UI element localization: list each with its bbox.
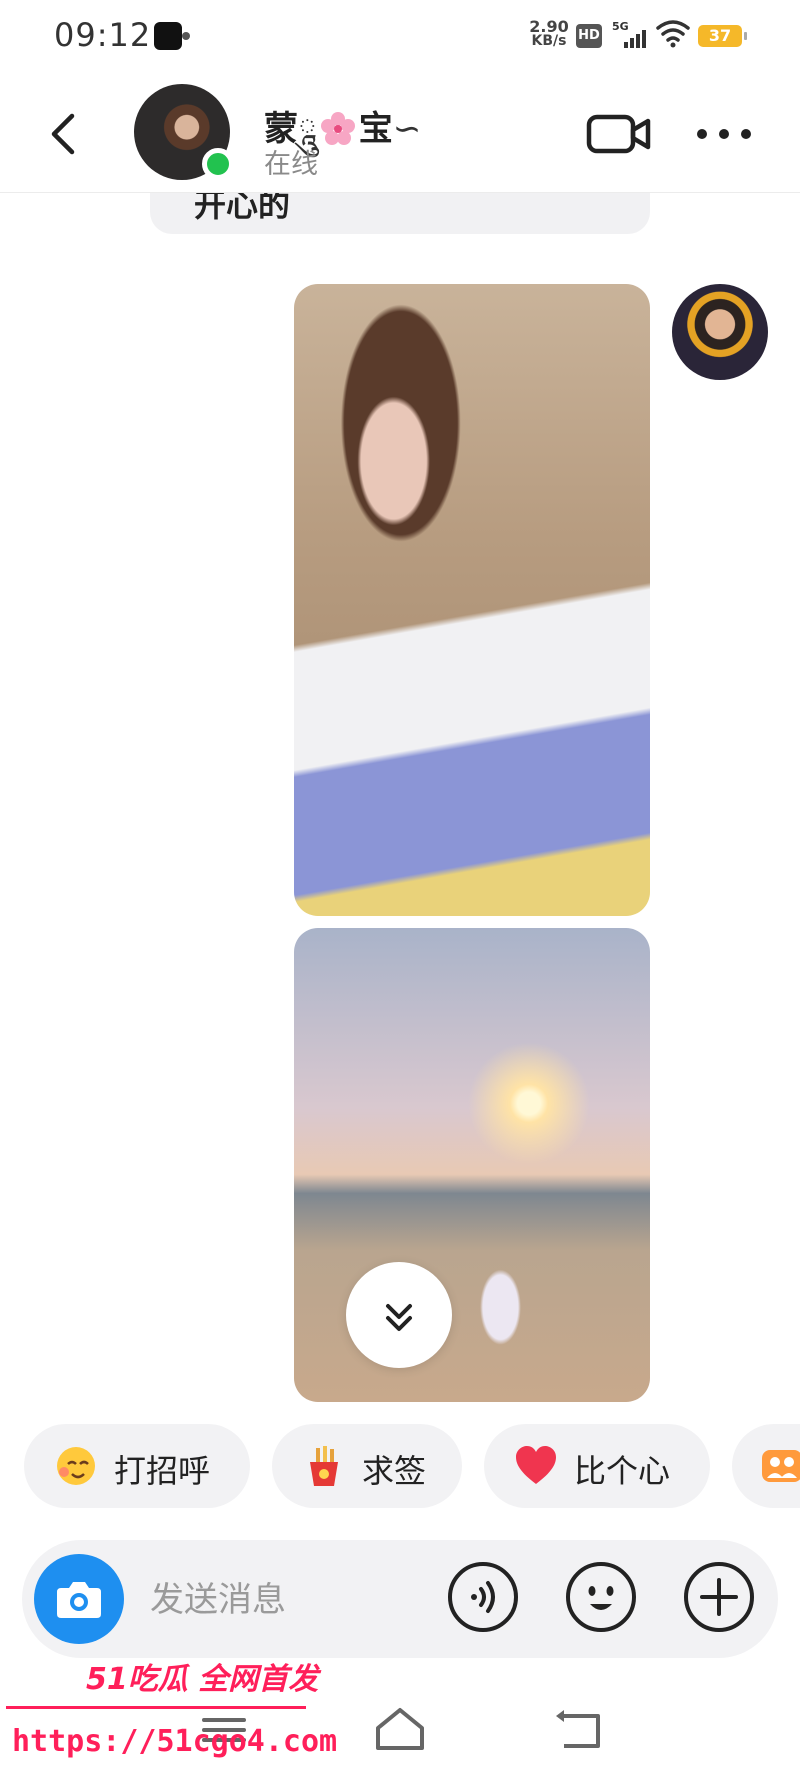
fortune-sticks-icon	[310, 1446, 338, 1486]
tiktok-notification-icon	[154, 22, 190, 50]
online-indicator	[202, 148, 234, 180]
quick-reply-greet[interactable]: 打招呼	[24, 1424, 250, 1508]
cherry-blossom-icon	[320, 112, 355, 145]
back-nav-icon[interactable]	[550, 1702, 610, 1758]
watermark-divider	[6, 1706, 306, 1709]
group-photo-icon	[762, 1450, 800, 1482]
double-chevron-down-icon	[386, 1304, 412, 1331]
contact-name-part2: 宝	[358, 109, 393, 149]
quick-reply-heart[interactable]: 比个心	[484, 1424, 710, 1508]
chat-screen: 09:12 2.90 KB/s HD 5G 37 蒙ཱུ 宝∽ 在线 开心的 打…	[0, 0, 800, 1778]
message-input[interactable]	[148, 1570, 452, 1630]
watermark-brand: 51吃瓜 全网首发	[86, 1662, 319, 1697]
back-arrow-icon[interactable]	[40, 106, 90, 162]
status-bar: 09:12 2.90 KB/s HD 5G 37	[0, 0, 800, 76]
camera-icon	[57, 1582, 101, 1618]
quick-reply-fortune[interactable]: 求签	[272, 1424, 462, 1508]
quick-reply-label: 打招呼	[114, 1452, 211, 1490]
quick-reply-group-photo[interactable]	[732, 1424, 800, 1508]
network-speed: 2.90 KB/s	[528, 17, 570, 49]
message-input-bar	[22, 1540, 778, 1658]
scroll-to-bottom-button[interactable]	[346, 1262, 452, 1368]
smiling-emoji-icon	[57, 1447, 95, 1485]
camera-button[interactable]	[34, 1554, 124, 1644]
contact-avatar[interactable]	[134, 84, 234, 180]
video-call-icon[interactable]	[586, 112, 652, 156]
battery-indicator: 37	[698, 25, 747, 47]
sent-photo-beach-selfie[interactable]	[294, 284, 650, 916]
quick-reply-label: 比个心	[574, 1452, 671, 1490]
network-speed-unit: KB/s	[531, 33, 567, 49]
quick-reply-bar: 打招呼 求签 比个心	[0, 1424, 800, 1512]
emoji-icon[interactable]	[564, 1560, 638, 1634]
heart-icon	[516, 1446, 556, 1484]
voice-message-icon[interactable]	[446, 1560, 520, 1634]
hd-badge: HD	[576, 24, 602, 48]
my-avatar[interactable]	[672, 284, 768, 380]
home-icon[interactable]	[370, 1702, 430, 1758]
message-text: 开心的	[194, 192, 291, 224]
more-options-icon[interactable]	[692, 112, 756, 156]
signal-label: 5G	[612, 20, 629, 33]
watermark: 51吃瓜 全网首发 https://51cgo4.com	[0, 1654, 337, 1778]
plus-icon[interactable]	[682, 1560, 756, 1634]
watermark-url: https://51cgo4.com	[12, 1724, 338, 1759]
network-speed-value: 2.90	[529, 17, 569, 36]
ornament-right-icon: ∽	[392, 109, 422, 149]
message-bubble[interactable]: 开心的	[150, 192, 650, 234]
quick-reply-label: 求签	[362, 1452, 427, 1490]
online-status: 在线	[264, 149, 318, 180]
cellular-signal-icon: 5G	[612, 20, 648, 50]
chat-header: 蒙ཱུ 宝∽ 在线	[0, 76, 800, 193]
wifi-icon	[656, 20, 690, 48]
status-time: 09:12	[54, 16, 152, 54]
message-list[interactable]: 开心的	[0, 192, 800, 1402]
